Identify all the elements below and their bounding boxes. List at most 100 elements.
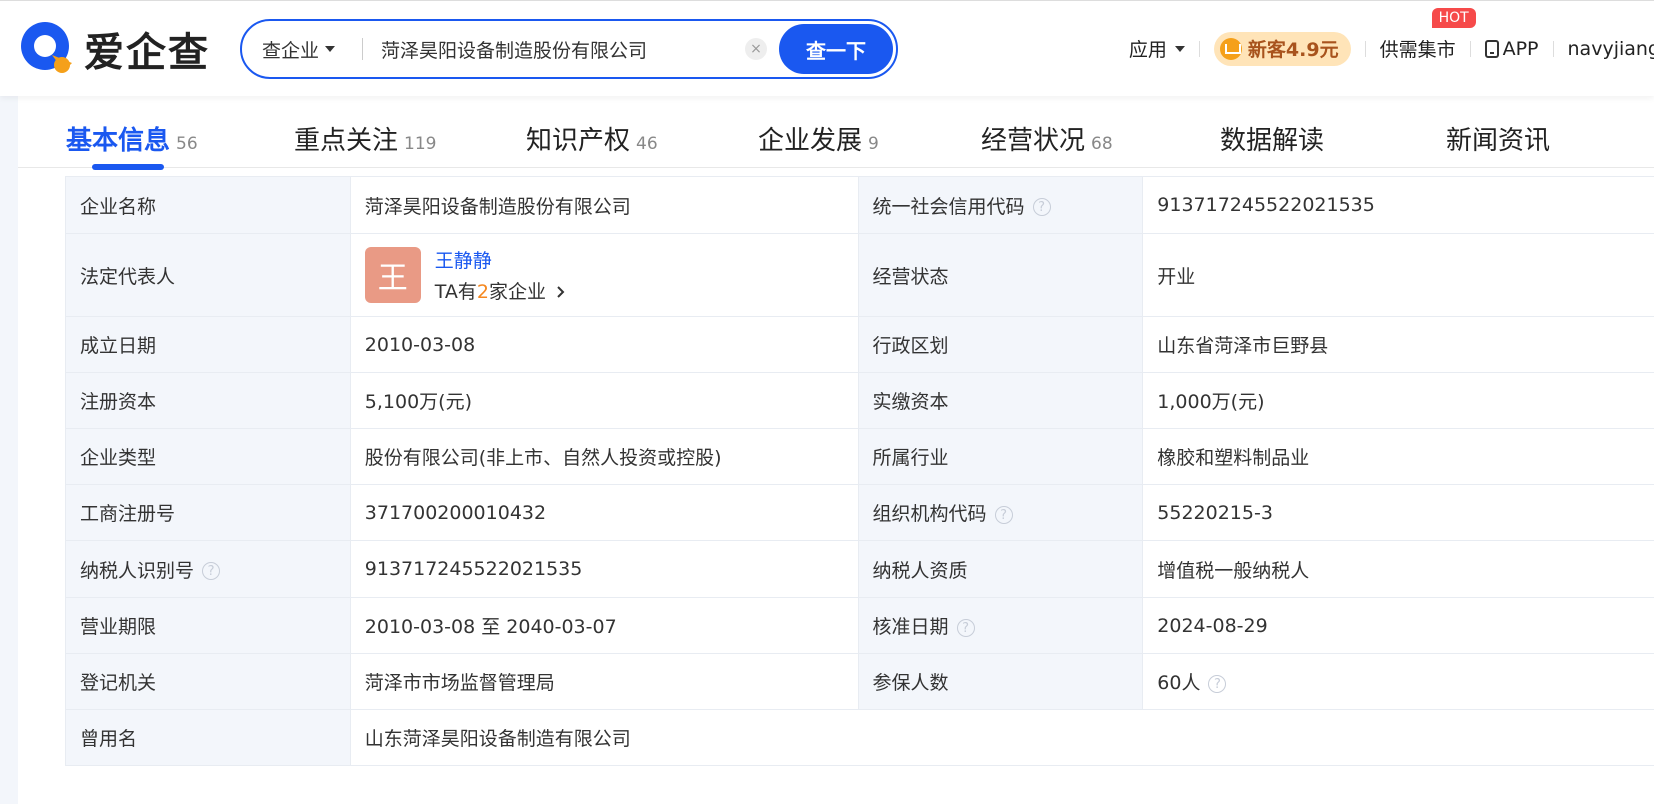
supply-market-link[interactable]: 供需集市 HOT (1379, 8, 1476, 62)
industry-label: 所属行业 (857, 428, 1144, 485)
tab-count: 119 (404, 134, 437, 154)
logo[interactable]: 爱企查 (18, 19, 210, 79)
help-icon[interactable]: ? (956, 618, 975, 637)
more-prefix: TA有 (434, 281, 477, 303)
industry-value: 橡胶和塑料制品业 (1142, 428, 1654, 485)
supply-market-label: 供需集市 (1379, 39, 1456, 61)
approved-key: 核准日期? (857, 597, 1144, 654)
table-row: 成立日期 2010-03-08 行政区划 山东省菏泽市巨野县 (65, 316, 1654, 373)
status-label: 经营状态 (857, 233, 1144, 317)
chevron-down-icon (1174, 45, 1185, 52)
top-nav: 应用 新客4.9元 供需集市 HOT APP navyjiang (1129, 1, 1654, 96)
insured-cell: 60人? (1142, 653, 1654, 710)
tab-count: 56 (176, 134, 198, 154)
status-value: 开业 (1142, 233, 1654, 317)
hot-badge: HOT (1431, 8, 1476, 28)
nav-divider (1364, 40, 1366, 57)
paid-capital-value: 1,000万(元) (1142, 372, 1654, 429)
org-code-value: 55220215-3 (1142, 484, 1654, 541)
term-value: 2010-03-08 至 2040-03-07 (349, 597, 859, 654)
credit-code-label: 统一社会信用代码 (872, 195, 1025, 218)
table-row: 营业期限 2010-03-08 至 2040-03-07 核准日期? 2024-… (65, 597, 1654, 654)
help-icon[interactable]: ? (202, 562, 221, 580)
search-category-label: 查企业 (262, 39, 320, 62)
table-row: 企业名称 菏泽昊阳设备制造股份有限公司 统一社会信用代码? 9137172455… (65, 176, 1654, 234)
former-name-label: 曾用名 (65, 709, 351, 766)
tab-label: 重点关注 (294, 126, 399, 156)
chevron-right-icon (557, 286, 565, 298)
tab-label: 经营状况 (981, 126, 1086, 156)
reg-no-label: 工商注册号 (65, 484, 351, 541)
basic-info-table: 企业名称 菏泽昊阳设备制造股份有限公司 统一社会信用代码? 9137172455… (65, 176, 1654, 766)
table-row: 法定代表人 王 王静静 TA有2家企业 经营状态 开业 (65, 233, 1654, 317)
nav-divider (1552, 40, 1554, 57)
more-suffix: 家企业 (489, 281, 547, 303)
crown-icon (1219, 37, 1242, 60)
legal-rep-name-link[interactable]: 王静静 (435, 246, 566, 273)
tab-count: 68 (1091, 134, 1113, 154)
taxpayer-id-label: 纳税人识别号 (80, 559, 195, 582)
credit-code-value: 913717245522021535 (1142, 176, 1654, 234)
former-name-value: 山东菏泽昊阳设备制造有限公司 (349, 709, 1654, 766)
help-icon[interactable]: ? (1032, 198, 1051, 216)
nav-divider (1469, 40, 1471, 57)
tab-count: 46 (636, 134, 658, 154)
promo-badge[interactable]: 新客4.9元 (1213, 31, 1351, 66)
tab-operations[interactable]: 经营状况 68 (981, 120, 1113, 157)
table-row: 注册资本 5,100万(元) 实缴资本 1,000万(元) (65, 372, 1654, 429)
search-divider (362, 38, 363, 60)
active-tab-indicator (92, 164, 164, 170)
help-icon[interactable]: ? (1208, 674, 1227, 693)
founded-value: 2010-03-08 (349, 316, 859, 373)
credit-code-key: 统一社会信用代码? (857, 176, 1144, 234)
tab-news[interactable]: 新闻资讯 (1446, 120, 1550, 157)
taxpayer-id-value: 913717245522021535 (349, 540, 859, 598)
tab-ip[interactable]: 知识产权 46 (526, 120, 658, 157)
chevron-down-icon (325, 46, 336, 52)
tab-basic-info[interactable]: 基本信息 56 (66, 120, 198, 170)
app-download-link[interactable]: APP (1484, 37, 1539, 60)
insured-value: 60人 (1157, 672, 1201, 694)
legal-rep-companies-link[interactable]: TA有2家企业 (435, 277, 566, 304)
apps-menu[interactable]: 应用 (1129, 35, 1185, 62)
company-name-value: 菏泽昊阳设备制造股份有限公司 (349, 176, 859, 234)
user-menu[interactable]: navyjiang (1568, 38, 1654, 60)
search-button[interactable]: 查一下 (779, 24, 893, 74)
nav-divider (1198, 40, 1200, 57)
legal-rep-details: 王静静 TA有2家企业 (435, 246, 566, 304)
tab-data-insights[interactable]: 数据解读 (1220, 120, 1324, 157)
approved-label: 核准日期 (872, 616, 949, 638)
promo-label: 新客4.9元 (1247, 39, 1339, 61)
tab-count: 9 (868, 134, 879, 154)
left-gutter (0, 95, 18, 804)
search-bar: 查企业 × 查一下 (240, 19, 898, 79)
company-count: 2 (476, 281, 489, 303)
founded-label: 成立日期 (65, 316, 351, 373)
tab-key-focus[interactable]: 重点关注 119 (294, 120, 436, 157)
taxpayer-id-key: 纳税人识别号? (65, 540, 351, 598)
reg-capital-label: 注册资本 (65, 372, 351, 429)
help-icon[interactable]: ? (994, 505, 1013, 524)
term-label: 营业期限 (65, 597, 351, 654)
org-code-key: 组织机构代码? (857, 484, 1144, 541)
table-row: 纳税人识别号? 913717245522021535 纳税人资质 增值税一般纳税… (65, 540, 1654, 598)
tab-label: 数据解读 (1220, 126, 1325, 156)
table-row: 工商注册号 371700200010432 组织机构代码? 55220215-3 (65, 484, 1654, 541)
tab-label: 企业发展 (758, 126, 863, 156)
tab-development[interactable]: 企业发展 9 (758, 120, 879, 157)
search-input[interactable] (379, 37, 745, 61)
top-header: 爱企查 查企业 × 查一下 应用 新客4.9元 供需集市 HOT APP (0, 0, 1654, 96)
search-category-dropdown[interactable]: 查企业 (242, 36, 346, 63)
section-tabs: 基本信息 56 重点关注 119 知识产权 46 企业发展 9 经营状况 68 数据解读 … (18, 95, 1654, 170)
taxpayer-qual-value: 增值税一般纳税人 (1142, 540, 1654, 598)
org-code-label: 组织机构代码 (872, 503, 987, 525)
legal-rep-person: 王 王静静 TA有2家企业 (364, 246, 844, 304)
app-label: APP (1502, 37, 1539, 60)
authority-label: 登记机关 (65, 653, 351, 710)
phone-icon (1484, 39, 1499, 58)
avatar[interactable]: 王 (364, 247, 421, 303)
brand-name: 爱企查 (84, 30, 210, 76)
clear-icon[interactable]: × (745, 38, 767, 60)
table-row: 企业类型 股份有限公司(非上市、自然人投资或控股) 所属行业 橡胶和塑料制品业 (65, 428, 1654, 485)
tab-label: 知识产权 (526, 126, 631, 156)
